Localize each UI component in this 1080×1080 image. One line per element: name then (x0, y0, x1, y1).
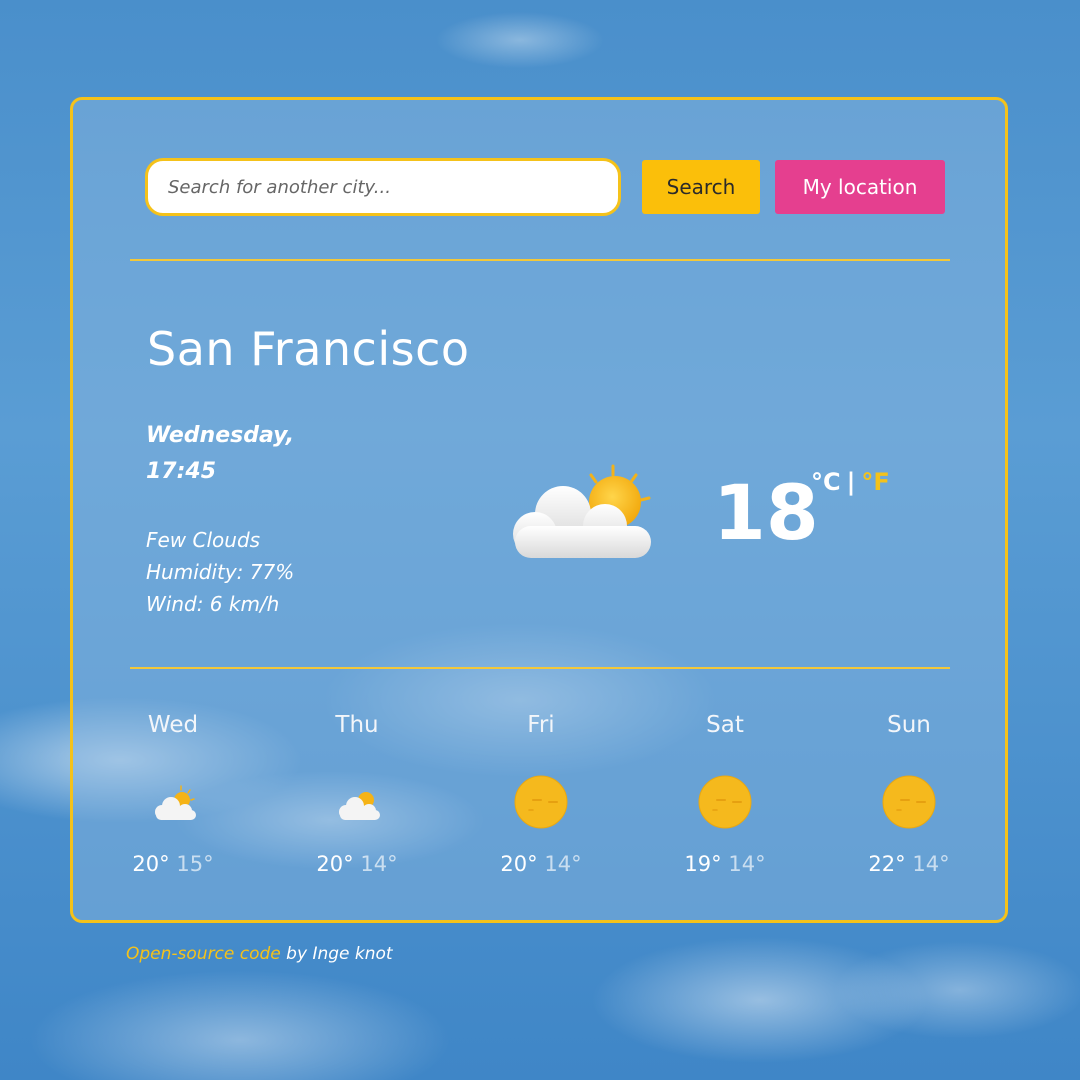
city-name: San Francisco (147, 322, 470, 376)
fahrenheit-link[interactable]: °F (861, 468, 889, 496)
search-input[interactable] (145, 158, 621, 216)
forecast-day-name: Wed (147, 712, 199, 738)
forecast-high: 20° (500, 852, 538, 876)
forecast-day-name: Fri (527, 712, 555, 738)
forecast-day: Wed 20° 15° (113, 712, 233, 876)
forecast-low: 14° (728, 852, 766, 876)
unit-toggle: °C | °F (811, 468, 890, 496)
wind: Wind: 6 km/h (146, 592, 280, 616)
sun-icon (514, 775, 568, 829)
forecast-low: 14° (544, 852, 582, 876)
forecast: Wed 20° 15° Thu 20° 14° Fri 20° 14° Sat … (113, 712, 973, 892)
forecast-day: Sat 19° 14° (665, 712, 785, 876)
weather-details: Few Clouds Humidity: 77% Wind: 6 km/h (146, 524, 294, 620)
date-time: Wednesday, 17:45 (146, 418, 294, 490)
forecast-temps: 20° 14° (481, 852, 601, 876)
footer: Open-source code by Inge knot (126, 944, 393, 964)
weather-description: Few Clouds (146, 528, 261, 552)
forecast-low: 15° (176, 852, 214, 876)
unit-separator: | (846, 468, 856, 496)
few-clouds-icon (339, 792, 380, 820)
forecast-high: 20° (316, 852, 354, 876)
forecast-low: 14° (912, 852, 950, 876)
weather-card: Search My location San Francisco Wednesd… (70, 97, 1008, 923)
forecast-temps: 20° 15° (113, 852, 233, 876)
forecast-temps: 22° 14° (849, 852, 969, 876)
forecast-day-name: Sat (706, 712, 744, 738)
forecast-day: Sun 22° 14° (849, 712, 969, 876)
top-divider (130, 259, 950, 261)
footer-author: by Inge knot (280, 944, 393, 964)
forecast-low: 14° (360, 852, 398, 876)
forecast-day: Thu 20° 14° (297, 712, 417, 876)
forecast-temps: 19° 14° (665, 852, 785, 876)
search-button[interactable]: Search (642, 160, 760, 214)
forecast-day: Fri 20° 14° (481, 712, 601, 876)
current-time: 17:45 (146, 459, 217, 484)
forecast-temps: 20° 14° (297, 852, 417, 876)
celsius-link[interactable]: °C (811, 468, 841, 496)
current-day: Wednesday, (146, 423, 295, 448)
current-temperature: 18 (713, 468, 819, 557)
sun-icon (698, 775, 752, 829)
forecast-high: 20° (132, 852, 170, 876)
forecast-high: 19° (684, 852, 722, 876)
search-form: Search My location (145, 158, 945, 216)
forecast-high: 22° (868, 852, 906, 876)
few-clouds-icon (513, 464, 651, 558)
few-clouds-icon (155, 785, 196, 820)
sun-icon (882, 775, 936, 829)
forecast-day-name: Thu (335, 712, 379, 738)
humidity: Humidity: 77% (146, 560, 295, 584)
my-location-button[interactable]: My location (775, 160, 945, 214)
source-code-link[interactable]: Open-source code (126, 944, 281, 964)
forecast-day-name: Sun (887, 712, 931, 738)
forecast-divider (130, 667, 950, 669)
